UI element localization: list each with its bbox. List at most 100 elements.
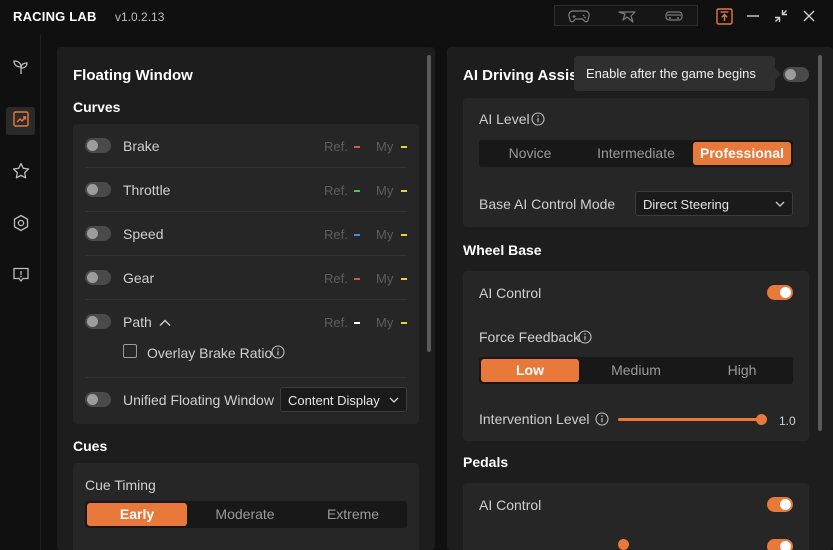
content-display-select[interactable]: Content Display [280,387,407,412]
info-icon[interactable] [595,412,609,426]
intervention-slider-thumb[interactable] [756,414,767,425]
ai-control-label: AI Control [479,285,542,301]
ai-level-option-novice[interactable]: Novice [481,142,579,165]
gear-toggle[interactable] [85,270,111,285]
cue-timing-option-extreme[interactable]: Extreme [303,503,403,526]
ref-label: Ref. [324,139,348,154]
curve-label: Gear [123,270,155,286]
divider [85,167,407,168]
curve-label: Path [123,314,152,330]
nav-star[interactable] [6,159,35,187]
pedals-second-toggle[interactable] [767,539,793,550]
star-icon [12,162,30,185]
curve-label: Throttle [123,182,171,198]
force-feedback-segmented: Low Medium High [479,357,793,384]
content-display-value: Content Display [288,393,380,408]
ref-label: Ref. [324,315,348,330]
ai-level-option-professional[interactable]: Professional [693,142,791,165]
ai-control-toggle[interactable] [767,285,793,300]
pedals-slider-thumb[interactable] [618,539,629,550]
intervention-level-label: Intervention Level [479,411,590,427]
ai-assist-title: AI Driving Assis [463,67,578,84]
unified-floating-window-label: Unified Floating Window [123,392,274,408]
info-icon[interactable] [531,112,545,126]
chart-icon [12,110,30,133]
nav-feedback[interactable] [6,263,35,291]
ref-color-swatch [354,234,360,236]
nav-chart[interactable] [6,107,35,135]
ref-color-swatch [354,278,360,280]
force-feedback-option-medium[interactable]: Medium [587,359,685,382]
curves-card: Brake Ref. My Throttle Ref. My Speed Ref… [73,124,419,424]
my-color-swatch [401,190,407,192]
throttle-toggle[interactable] [85,182,111,197]
pedals-card: AI Control [463,483,809,550]
floating-window-title: Floating Window [73,67,193,84]
pin-top-icon[interactable] [714,6,734,26]
ref-label: Ref. [324,271,348,286]
nav-sprout[interactable] [6,55,35,83]
my-label: My [376,315,394,330]
force-feedback-option-high[interactable]: High [693,359,791,382]
speed-toggle[interactable] [85,226,111,241]
app-version: v1.0.2.13 [115,10,165,24]
curve-label: Speed [123,226,164,242]
divider [85,255,407,256]
pedals-title: Pedals [463,454,509,470]
force-feedback-label: Force Feedback [479,329,581,345]
my-label: My [376,227,394,242]
mode-switcher [554,5,698,26]
close-icon[interactable] [799,6,819,26]
minimize-icon[interactable] [743,6,763,26]
my-color-swatch [401,146,407,148]
cue-timing-label: Cue Timing [85,477,156,493]
cue-timing-segmented: Early Moderate Extreme [85,501,407,528]
cue-timing-option-moderate[interactable]: Moderate [195,503,295,526]
ref-color-swatch [354,146,360,148]
unified-floating-window-toggle[interactable] [85,392,111,407]
my-color-swatch [401,278,407,280]
curve-label: Brake [123,138,160,154]
ai-assist-toggle[interactable] [783,67,809,82]
steering-wheel-icon[interactable] [617,9,637,23]
scrollbar[interactable] [427,55,431,352]
force-feedback-option-low[interactable]: Low [481,359,579,382]
car-icon[interactable] [664,9,684,23]
gamepad-icon[interactable] [568,9,591,23]
control-mode-value: Direct Steering [643,197,729,212]
my-label: My [376,139,394,154]
info-icon[interactable] [271,345,285,359]
intervention-value: 1.0 [779,414,796,428]
nav-settings[interactable] [6,211,35,239]
title-bar: RACING LAB v1.0.2.13 [0,0,833,34]
my-label: My [376,271,394,286]
sprout-icon [12,58,30,81]
chevron-down-icon [774,198,786,213]
info-icon[interactable] [578,330,592,344]
divider [85,211,407,212]
intervention-slider-track[interactable] [618,418,761,421]
brake-toggle[interactable] [85,138,111,153]
ref-label: Ref. [324,183,348,198]
ai-assist-tooltip: Enable after the game begins [574,56,781,91]
divider [85,377,407,378]
ai-level-option-intermediate[interactable]: Intermediate [587,142,685,165]
my-color-swatch [401,234,407,236]
cues-card: Cue Timing Early Moderate Extreme [73,463,419,550]
scrollbar[interactable] [818,55,822,431]
control-mode-label: Base AI Control Mode [479,196,616,212]
pedals-ai-control-toggle[interactable] [767,497,793,512]
control-mode-select[interactable]: Direct Steering [635,191,793,216]
ai-level-card: AI Level Novice Intermediate Professiona… [463,98,809,227]
feedback-icon [12,266,30,289]
ai-driving-assist-panel: AI Driving Assis AI Level Novice Interme… [447,47,833,550]
overlay-brake-ratio-checkbox[interactable] [123,344,137,358]
my-color-swatch [401,322,407,324]
collapse-icon[interactable] [771,6,791,26]
cue-timing-option-early[interactable]: Early [87,503,187,526]
floating-window-panel: Floating Window Curves Brake Ref. My Thr… [57,47,435,550]
ai-level-segmented: Novice Intermediate Professional [479,140,793,167]
wheel-base-title: Wheel Base [463,242,542,258]
chevron-up-icon[interactable] [158,316,172,334]
path-toggle[interactable] [85,314,111,329]
